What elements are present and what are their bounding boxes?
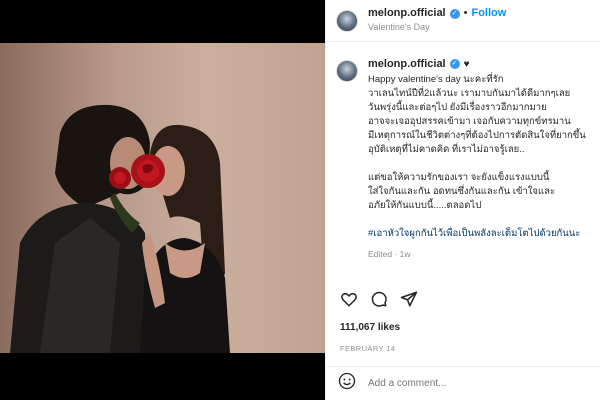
post-detail-panel: melonp.official ✓ • Follow Valentine's D… [325, 0, 600, 400]
post-image-pane [0, 0, 325, 400]
caption-line [368, 157, 590, 171]
hashtag-link[interactable]: #เอาหัวใจผูกกันไว้เพื่อเป็นพลังละเต็มโตไ… [368, 227, 590, 241]
edited-timestamp: Edited · 1w [368, 249, 411, 259]
comment-input[interactable] [368, 378, 548, 389]
emoji-icon[interactable] [338, 372, 356, 395]
caption-verified-icon: ✓ [449, 59, 460, 69]
caption-text: Happy valentine's day นะคะที่รักวาเลนไทน… [368, 73, 590, 213]
location-label[interactable]: Valentine's Day [368, 21, 506, 34]
comment-bar [326, 366, 600, 400]
separator-dot: • [463, 7, 468, 19]
caption-line: แต่ขอให้ความรักของเรา จะยังแข็งแรงแบบนี้ [368, 172, 550, 183]
caption-line: อภัยให้กันแบบนี้.....ตลอดไป [368, 200, 482, 211]
caption-line: อาจจะเจออุปสรรคเข้ามา เจอกับความทุกข์ทรม… [368, 116, 571, 127]
caption-line: ใส่ใจกันและกัน อดทนซึ่งกันและกัน เข้าใจแ… [368, 186, 556, 197]
caption-line: อุบัติเหตุที่ไม่คาดคิด ที่เราไม่อาจรู้เล… [368, 144, 525, 155]
caption-line: วาเลนไทน์ปีที่2แล้วนะ เรามาบกันมาได้ดีมา… [368, 88, 571, 99]
like-count[interactable]: 111,067 likes [340, 322, 400, 333]
heart-icon[interactable] [340, 290, 358, 308]
post-date: FEBRUARY 14 [340, 344, 396, 353]
caption-line: มีเหตุการณ์ในชีวิตต่างๆที่ต้องไปการตัดสิ… [368, 130, 586, 141]
caption-line: Happy valentine's day นะคะที่รัก [368, 74, 504, 85]
comment-icon[interactable] [370, 290, 388, 308]
couple-photo-illustration [10, 43, 325, 353]
post-header: melonp.official ✓ • Follow Valentine's D… [326, 0, 600, 42]
caption-avatar[interactable] [336, 60, 358, 82]
action-bar [340, 290, 418, 308]
share-icon[interactable] [400, 290, 418, 308]
caption-line: วันพรุ่งนี้และต่อๆไป ยังมีเรื่องราวอีกมา… [368, 102, 547, 113]
username[interactable]: melonp.official [368, 7, 446, 20]
avatar[interactable] [336, 9, 358, 32]
caption-heart: ♥ [463, 58, 470, 70]
follow-button[interactable]: Follow [471, 7, 506, 20]
caption-username[interactable]: melonp.official [368, 58, 446, 70]
post-photo[interactable] [0, 43, 325, 353]
caption-area: melonp.official ✓ ♥ Happy valentine's da… [326, 58, 600, 259]
verified-icon: ✓ [449, 8, 460, 19]
